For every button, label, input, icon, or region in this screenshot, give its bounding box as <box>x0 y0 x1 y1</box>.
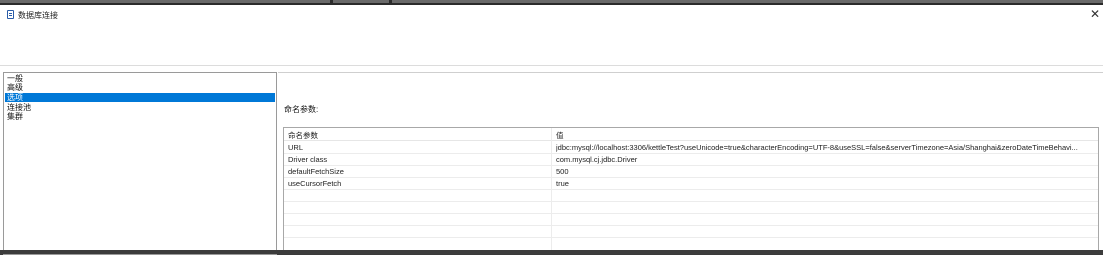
bottom-strip <box>0 250 1103 254</box>
table-row[interactable]: URL jdbc:mysql://localhost:3306/kettleTe… <box>284 142 1098 154</box>
param-value-cell[interactable]: com.mysql.cj.jdbc.Driver <box>556 155 1091 164</box>
named-parameters-label: 命名参数: <box>284 105 319 114</box>
table-row[interactable] <box>284 190 1098 202</box>
param-name-cell[interactable]: defaultFetchSize <box>288 167 546 176</box>
category-list: 一般 高级 选项 连接池 集群 <box>3 72 277 255</box>
top-strip-segment <box>333 0 389 3</box>
app-root: 数据库连接 ✕ 一般 高级 选项 连接池 集群 命名参数: 命名参数 值 URL… <box>0 0 1103 255</box>
param-value-cell[interactable]: true <box>556 179 1091 188</box>
table-header: 命名参数 值 <box>284 128 1098 141</box>
column-header-value[interactable]: 值 <box>556 130 564 141</box>
database-connection-dialog: 数据库连接 ✕ 一般 高级 选项 连接池 集群 命名参数: 命名参数 值 URL… <box>0 5 1103 255</box>
table-row[interactable] <box>284 226 1098 238</box>
sidebar-item-options[interactable]: 选项 <box>5 93 275 102</box>
table-row[interactable]: defaultFetchSize 500 <box>284 166 1098 178</box>
param-value-cell[interactable]: 500 <box>556 167 1091 176</box>
header-divider <box>0 65 1103 66</box>
close-icon[interactable]: ✕ <box>1087 6 1103 22</box>
param-value-cell[interactable]: jdbc:mysql://localhost:3306/kettleTest?u… <box>556 143 1091 152</box>
table-row[interactable]: Driver class com.mysql.cj.jdbc.Driver <box>284 154 1098 166</box>
top-strip-segment <box>0 0 330 3</box>
sidebar-item-cluster[interactable]: 集群 <box>5 112 275 121</box>
top-strip-segment <box>392 0 1103 3</box>
options-panel: 命名参数: 命名参数 值 URL jdbc:mysql://localhost:… <box>278 72 1103 255</box>
table-row[interactable] <box>284 214 1098 226</box>
sidebar-item-pooling[interactable]: 连接池 <box>5 103 275 112</box>
param-name-cell[interactable]: Driver class <box>288 155 546 164</box>
database-icon <box>7 10 14 19</box>
column-header-name[interactable]: 命名参数 <box>288 130 318 141</box>
table-row[interactable] <box>284 202 1098 214</box>
sidebar-item-general[interactable]: 一般 <box>5 74 275 83</box>
window-title: 数据库连接 <box>18 11 58 20</box>
table-row[interactable]: useCursorFetch true <box>284 178 1098 190</box>
title-bar[interactable]: 数据库连接 ✕ <box>0 5 1103 23</box>
param-name-cell[interactable]: URL <box>288 143 546 152</box>
parameters-table: 命名参数 值 URL jdbc:mysql://localhost:3306/k… <box>283 127 1099 252</box>
param-name-cell[interactable]: useCursorFetch <box>288 179 546 188</box>
sidebar-item-advanced[interactable]: 高级 <box>5 83 275 92</box>
